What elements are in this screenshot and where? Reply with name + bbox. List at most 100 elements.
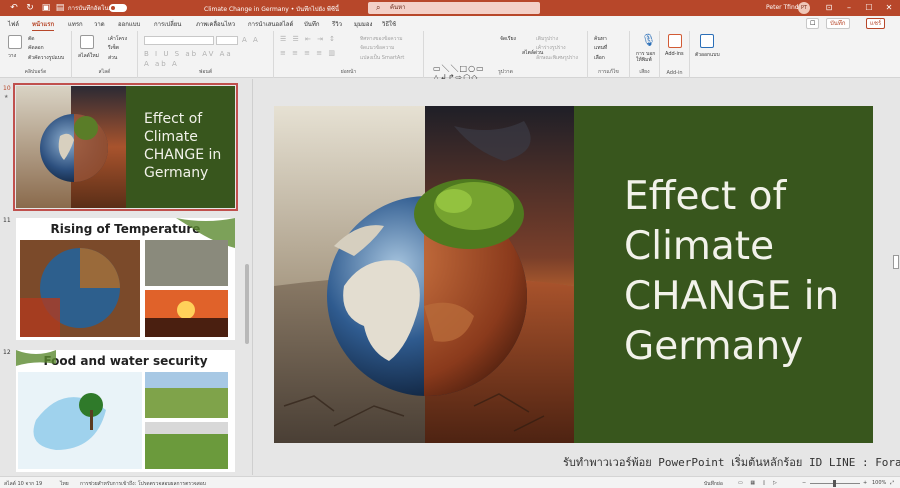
tab-animations[interactable]: ภาพเคลื่อนไหว [196,19,235,29]
tab-review[interactable]: รีวิว [332,19,342,29]
comment-button[interactable]: ☐ [806,18,820,29]
user-name[interactable]: Peter Tfind [766,4,799,11]
thumb-11-images [20,218,235,337]
slide-title-line-4: Germany [624,324,804,369]
present-icon[interactable]: ▤ [54,2,66,14]
editing-group: ค้นหา แทนที่ เลือก การแก้ไข [588,31,630,78]
notes-button[interactable]: บันทึกย่อ [704,480,723,488]
document-title[interactable]: Climate Change in Germany • บันทึกไปยัง … [204,4,339,14]
smartart-button[interactable]: แปลงเป็น SmartArt [360,54,404,62]
minimize-icon[interactable]: – [840,2,858,14]
tab-transitions[interactable]: การเปลี่ยน [154,19,181,29]
slide-count[interactable]: สไลด์ 10 จาก 19 [4,480,42,488]
select-button[interactable]: เลือก [594,54,605,62]
font-color-buttons[interactable]: A ab A [144,60,179,68]
shape-outline-button[interactable]: เค้าร่างรูปร่าง [536,44,566,52]
new-slide-button[interactable]: สไลด์ใหม่ [78,52,99,60]
canvas-scrollbar[interactable] [893,255,899,269]
undo-icon[interactable]: ↶ [8,2,20,14]
save-icon[interactable]: ▣ [40,2,52,14]
list-buttons[interactable]: ☰ ☰ ⇤ ⇥ ↕ [280,35,337,43]
designer-group: ตัวออกแบบ [690,31,724,78]
addins-icon[interactable] [668,34,682,48]
tab-home[interactable]: หน้าแรก [32,19,55,32]
fit-slide-icon[interactable]: ⤢ [890,480,894,486]
record-button[interactable]: บันทึก [826,18,850,29]
thumb-12-images [16,350,228,469]
slide-title[interactable]: Effect of Climate CHANGE in Germany [624,172,864,372]
language-indicator[interactable]: ไทย [60,480,69,488]
editing-label: การแก้ไข [598,69,619,75]
align-buttons[interactable]: ≡ ≡ ≡ ≡ ▥ [280,49,337,57]
clipboard-group: วาง ตัด คัดลอก ตัวคัดวางรูปแบบ คลิปบอร์ด [0,31,72,78]
font-size-buttons[interactable]: A A [242,36,260,44]
align-text-button[interactable]: จัดแนวข้อความ [360,44,394,52]
thumb-number-12: 12 [3,349,11,356]
thumb-number-10: 10 [3,85,11,92]
microphone-icon[interactable]: 🎙 [641,33,656,47]
zoom-in-icon[interactable]: + [863,480,867,486]
thumbnail-scrollbar[interactable] [244,84,250,472]
zoom-level[interactable]: 100% [872,480,886,486]
tab-view[interactable]: มุมมอง [354,19,372,29]
shape-fill-button[interactable]: เติมรูปร่าง [536,35,558,43]
reset-button[interactable]: รีเซ็ต [108,44,119,52]
new-slide-icon[interactable] [80,35,94,49]
text-direction-button[interactable]: ทิศทางของข้อความ [360,35,403,43]
font-size-field[interactable] [216,36,238,45]
tab-draw[interactable]: วาด [94,19,105,29]
font-style-buttons[interactable]: B I U S ab AV Aa [144,50,233,58]
dictate-button[interactable]: การ บอกให้พิมพ์ [636,51,656,63]
section-button[interactable]: ส่วน [108,54,117,62]
title-bar: ↶ ↻ ▣ ▤ การบันทึกอัตโนมัติ Climate Chang… [0,0,900,16]
find-button[interactable]: ค้นหา [594,35,607,43]
search-box[interactable]: ⌕ ค้นหา [368,2,540,14]
tab-help[interactable]: วิธีใช้ [382,19,396,29]
share-button[interactable]: แชร์ [866,18,886,29]
paste-icon[interactable] [8,35,22,49]
thumb-10-title: Effect of Climate CHANGE in Germany [144,111,222,181]
scrollbar-thumb[interactable] [245,264,249,344]
paste-button[interactable]: วาง [8,52,16,60]
slide-title-line-3: CHANGE in [624,274,840,319]
redo-icon[interactable]: ↻ [24,2,36,14]
search-icon: ⌕ [376,3,381,12]
accessibility-status[interactable]: การช่วยสำหรับการเข้าถึง: โปรดตรวจสอบผลกา… [80,480,206,488]
copy-button[interactable]: คัดลอก [28,44,44,52]
close-icon[interactable]: ✕ [880,2,898,14]
layout-button[interactable]: เค้าโครง [108,35,127,43]
tab-insert[interactable]: แทรก [68,19,83,29]
avatar[interactable]: PT [798,2,810,14]
animation-star-icon: ★ [4,94,9,100]
thumbnail-slide-12[interactable]: Food and water security [16,350,235,472]
cut-button[interactable]: ตัด [28,35,35,43]
tab-slideshow[interactable]: การนำเสนอสไลด์ [248,19,293,29]
ribbon-display-icon[interactable]: ⊡ [820,2,838,14]
tab-record[interactable]: บันทึก [304,19,320,29]
addins-button[interactable]: Add-ins [665,51,684,57]
designer-icon[interactable] [700,34,714,48]
slides-label: สไลด์ [98,69,111,75]
tab-design[interactable]: ออกแบบ [118,19,140,29]
addins-group: Add-ins Add-in [660,31,690,78]
zoom-out-icon[interactable]: − [802,480,806,486]
thumbnail-slide-11[interactable]: Rising of Temperature [16,218,235,340]
designer-button[interactable]: ตัวออกแบบ [695,51,720,59]
slide-globe-image[interactable] [274,106,574,443]
format-painter-button[interactable]: ตัวคัดวางรูปแบบ [28,54,64,62]
replace-button[interactable]: แทนที่ [594,44,607,52]
thumbnail-slide-10[interactable]: Effect of Climate CHANGE in Germany [13,83,238,211]
zoom-slider-knob[interactable] [833,480,836,487]
view-buttons[interactable]: ▭ ▦ ▯ ▷ [738,480,780,486]
ribbon: วาง ตัด คัดลอก ตัวคัดวางรูปแบบ คลิปบอร์ด… [0,31,900,91]
maximize-icon[interactable]: ☐ [860,2,878,14]
tab-file[interactable]: ไฟล์ [8,19,19,29]
slide-thumbnail-panel: 10 ★ Effect of Climate CHANGE in Germany… [0,79,252,475]
arrange-button[interactable]: จัดเรียง [500,35,516,43]
font-name-field[interactable] [144,36,214,45]
paragraph-label: ย่อหน้า [340,69,357,75]
thumb-number-11: 11 [3,217,11,224]
autosave-toggle[interactable] [109,4,127,12]
shape-effects-button[interactable]: ลักษณะพิเศษรูปร่าง [536,54,578,62]
voice-label: เสียง [639,69,650,75]
